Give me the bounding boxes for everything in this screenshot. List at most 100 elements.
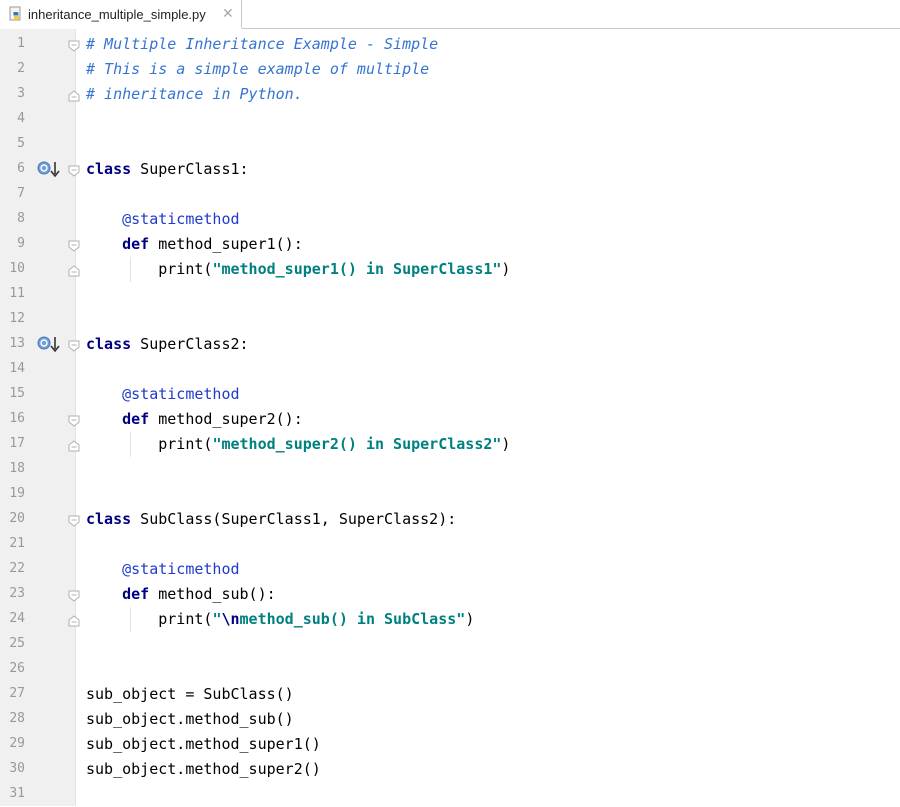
- code-line[interactable]: 28 sub_object.method_sub(): [0, 707, 900, 732]
- code-token: "method_super1() in SuperClass1": [212, 260, 502, 278]
- override-method-icon[interactable]: [37, 160, 61, 178]
- code-text: def method_super1():: [86, 235, 303, 253]
- code-editor[interactable]: 1 # Multiple Inheritance Example - Simple…: [0, 29, 900, 806]
- override-method-icon[interactable]: [37, 335, 61, 353]
- code-line[interactable]: 4: [0, 107, 900, 132]
- code-line[interactable]: 16 def method_super2():: [0, 407, 900, 432]
- code-line[interactable]: 27 sub_object = SubClass(): [0, 682, 900, 707]
- code-line[interactable]: 8 @staticmethod: [0, 207, 900, 232]
- indent-guide: [130, 257, 131, 282]
- line-number: 6: [17, 161, 25, 176]
- code-text: @staticmethod: [86, 210, 240, 228]
- line-number: 5: [17, 136, 25, 151]
- code-line[interactable]: 30 sub_object.method_super2(): [0, 757, 900, 782]
- line-number: 20: [9, 511, 25, 526]
- code-line[interactable]: 23 def method_sub():: [0, 582, 900, 607]
- code-line[interactable]: 7: [0, 182, 900, 207]
- code-token: ): [465, 610, 475, 628]
- fold-end-icon[interactable]: [68, 264, 82, 277]
- line-number: 18: [9, 461, 25, 476]
- fold-start-icon[interactable]: [68, 239, 82, 252]
- code-token: class: [86, 510, 132, 528]
- file-tab[interactable]: inheritance_multiple_simple.py ✕: [0, 0, 242, 29]
- code-text: print("method_super1() in SuperClass1"): [86, 260, 510, 278]
- fold-end-icon[interactable]: [68, 439, 82, 452]
- code-line[interactable]: 15 @staticmethod: [0, 382, 900, 407]
- code-token: print(: [86, 260, 213, 278]
- code-token: @staticmethod: [122, 385, 240, 403]
- code-line[interactable]: 24 print("\nmethod_sub() in SubClass"): [0, 607, 900, 632]
- close-tab-icon[interactable]: ✕: [222, 5, 234, 22]
- code-line[interactable]: 25: [0, 632, 900, 657]
- code-line[interactable]: 22 @staticmethod: [0, 557, 900, 582]
- line-number: 16: [9, 411, 25, 426]
- file-tab-label: inheritance_multiple_simple.py: [28, 7, 206, 22]
- code-token: method_sub() in SubClass": [239, 610, 466, 628]
- line-number: 3: [17, 86, 25, 101]
- fold-end-icon[interactable]: [68, 89, 82, 102]
- line-number: 12: [9, 311, 25, 326]
- code-line[interactable]: 10 print("method_super1() in SuperClass1…: [0, 257, 900, 282]
- code-text: print("method_super2() in SuperClass2"): [86, 435, 510, 453]
- code-line[interactable]: 12: [0, 307, 900, 332]
- code-line[interactable]: 31: [0, 782, 900, 807]
- fold-start-icon[interactable]: [68, 39, 82, 52]
- code-token: # inheritance in Python.: [86, 85, 303, 103]
- line-number: 24: [9, 611, 25, 626]
- code-line[interactable]: 11: [0, 282, 900, 307]
- code-token: # Multiple Inheritance Example - Simple: [86, 35, 439, 53]
- code-token: @staticmethod: [122, 210, 240, 228]
- code-text: class SuperClass2:: [86, 335, 249, 353]
- code-line[interactable]: 18: [0, 457, 900, 482]
- code-token: def: [122, 410, 150, 428]
- line-number: 10: [9, 261, 25, 276]
- code-token: def: [122, 585, 150, 603]
- code-text: @staticmethod: [86, 560, 239, 578]
- line-number: 21: [9, 536, 25, 551]
- code-line[interactable]: 19: [0, 482, 900, 507]
- line-number: 1: [17, 36, 25, 51]
- code-line[interactable]: 13 class SuperClass2:: [0, 332, 900, 357]
- code-line[interactable]: 21: [0, 532, 900, 557]
- code-line[interactable]: 1 # Multiple Inheritance Example - Simple: [0, 32, 900, 57]
- code-text: sub_object.method_sub(): [86, 710, 294, 728]
- code-token: class: [86, 160, 132, 178]
- indent-guide: [130, 432, 131, 457]
- code-line[interactable]: 2 # This is a simple example of multiple: [0, 57, 900, 82]
- code-line[interactable]: 3 # inheritance in Python.: [0, 82, 900, 107]
- code-text: print("\nmethod_sub() in SubClass"): [86, 610, 474, 628]
- code-line[interactable]: 5: [0, 132, 900, 157]
- code-token: method_super2():: [149, 410, 303, 428]
- fold-start-icon[interactable]: [68, 514, 82, 527]
- line-number: 4: [17, 111, 25, 126]
- code-line[interactable]: 17 print("method_super2() in SuperClass2…: [0, 432, 900, 457]
- code-token: def: [122, 235, 150, 253]
- line-number: 2: [17, 61, 25, 76]
- code-line[interactable]: 6 class SuperClass1:: [0, 157, 900, 182]
- code-token: SubClass(SuperClass1, SuperClass2):: [131, 510, 457, 528]
- code-text: def method_sub():: [86, 585, 276, 603]
- code-text: sub_object = SubClass(): [86, 685, 294, 703]
- fold-start-icon[interactable]: [68, 164, 82, 177]
- line-number: 9: [17, 236, 25, 251]
- code-token: SuperClass2:: [131, 335, 249, 353]
- code-line[interactable]: 29 sub_object.method_super1(): [0, 732, 900, 757]
- code-line[interactable]: 20 class SubClass(SuperClass1, SuperClass…: [0, 507, 900, 532]
- fold-start-icon[interactable]: [68, 589, 82, 602]
- line-number: 11: [9, 286, 25, 301]
- fold-start-icon[interactable]: [68, 414, 82, 427]
- code-text: sub_object.method_super1(): [86, 735, 321, 753]
- code-line[interactable]: 14: [0, 357, 900, 382]
- fold-end-icon[interactable]: [68, 614, 82, 627]
- code-line[interactable]: 9 def method_super1():: [0, 232, 900, 257]
- code-text: class SuperClass1:: [86, 160, 249, 178]
- code-text: # This is a simple example of multiple: [86, 60, 429, 78]
- code-token: SuperClass1:: [131, 160, 249, 178]
- editor-tab-bar: inheritance_multiple_simple.py ✕: [0, 0, 900, 29]
- fold-start-icon[interactable]: [68, 339, 82, 352]
- code-line[interactable]: 26: [0, 657, 900, 682]
- code-token: print(: [86, 435, 213, 453]
